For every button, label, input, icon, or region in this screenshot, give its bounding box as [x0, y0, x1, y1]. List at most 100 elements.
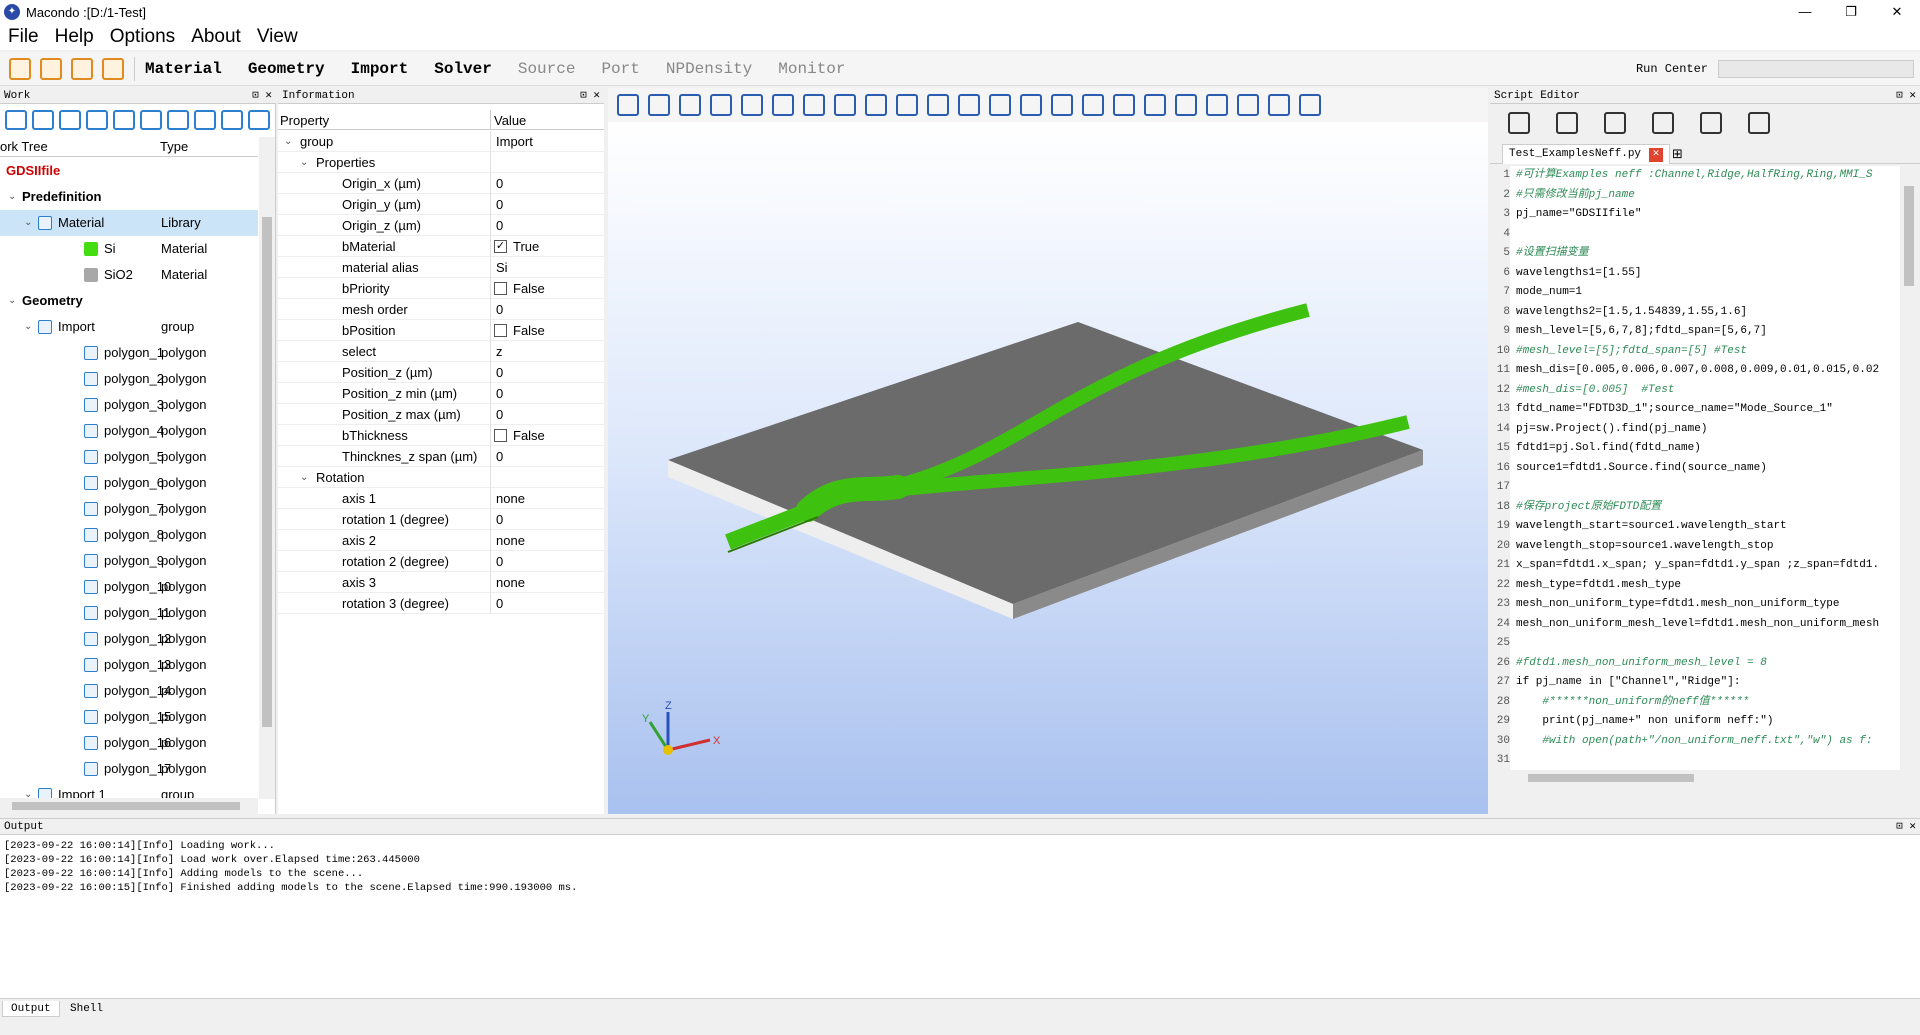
- property-row[interactable]: bMaterial ✓ True: [278, 236, 604, 257]
- code-line[interactable]: 19 wavelength_start=source1.wavelength_st…: [1490, 517, 1900, 537]
- tree-row[interactable]: polygon_12 polygon: [0, 626, 258, 652]
- tree-row[interactable]: polygon_10 polygon: [0, 574, 258, 600]
- open-folder-icon[interactable]: [71, 57, 93, 80]
- property-row[interactable]: Position_z min (µm) 0: [278, 383, 604, 404]
- tree-vertical-scrollbar[interactable]: [259, 137, 275, 799]
- property-value[interactable]: Import: [496, 131, 533, 152]
- tree-row[interactable]: polygon_3 polygon: [0, 392, 258, 418]
- tab-shell[interactable]: Shell: [62, 1001, 111, 1017]
- copy-icon[interactable]: [86, 110, 108, 130]
- code-line[interactable]: 17: [1490, 478, 1900, 498]
- remove-icon[interactable]: [194, 110, 216, 130]
- duplicate-icon[interactable]: [113, 110, 135, 130]
- property-row[interactable]: axis 1 none: [278, 488, 604, 509]
- code-horizontal-scrollbar[interactable]: [1516, 770, 1916, 786]
- code-line[interactable]: 1 #可计算Examples neff :Channel,Ridge,HalfRi…: [1490, 166, 1900, 186]
- tree-row[interactable]: ⌄ Geometry: [0, 288, 258, 314]
- xy-view-icon[interactable]: [741, 94, 763, 116]
- cube-view-icon[interactable]: [710, 94, 732, 116]
- property-value[interactable]: 0: [496, 593, 503, 614]
- tree-row[interactable]: polygon_16 polygon: [0, 730, 258, 756]
- expand-arrow-icon[interactable]: ⌄: [8, 184, 16, 210]
- code-editor[interactable]: 1 #可计算Examples neff :Channel,Ridge,HalfRi…: [1490, 166, 1900, 770]
- scrollbar-thumb[interactable]: [1528, 774, 1694, 782]
- expand-arrow-icon[interactable]: ⌄: [24, 782, 32, 798]
- code-line[interactable]: 7 mode_num=1: [1490, 283, 1900, 303]
- code-line[interactable]: 22 mesh_type=fdtd1.mesh_type: [1490, 575, 1900, 595]
- code-line[interactable]: 16 source1=fdtd1.Source.find(source_name): [1490, 458, 1900, 478]
- property-row[interactable]: rotation 2 (degree) 0: [278, 551, 604, 572]
- tree-row[interactable]: polygon_13 polygon: [0, 652, 258, 678]
- property-row[interactable]: bPosition False: [278, 320, 604, 341]
- property-row[interactable]: axis 2 none: [278, 530, 604, 551]
- code-line[interactable]: 24 mesh_non_uniform_mesh_level=fdtd1.mesh…: [1490, 614, 1900, 634]
- code-line[interactable]: 26 #fdtd1.mesh_non_uniform_mesh_level = 8: [1490, 653, 1900, 673]
- collapse-icon[interactable]: [248, 110, 270, 130]
- code-line[interactable]: 30 #with open(path+"/non_uniform_neff.tx…: [1490, 731, 1900, 751]
- hatch-icon[interactable]: [1299, 94, 1321, 116]
- property-row[interactable]: axis 3 none: [278, 572, 604, 593]
- expand-arrow-icon[interactable]: ⌄: [284, 131, 292, 152]
- script-tab[interactable]: Test_ExamplesNeff.py ✕: [1502, 144, 1671, 164]
- property-value[interactable]: 0: [496, 173, 503, 194]
- property-value[interactable]: z: [496, 341, 503, 362]
- zoom-icon[interactable]: [617, 94, 639, 116]
- property-row[interactable]: bPriority False: [278, 278, 604, 299]
- toolbar-source[interactable]: Source: [518, 60, 576, 78]
- wireframe-icon[interactable]: [1020, 94, 1042, 116]
- close-button[interactable]: ✕: [1874, 4, 1920, 20]
- tree-row[interactable]: polygon_17 polygon: [0, 756, 258, 782]
- property-value[interactable]: 0: [496, 362, 503, 383]
- menu-about[interactable]: About: [191, 26, 241, 48]
- toolbar-solver[interactable]: Solver: [434, 60, 492, 78]
- hide-icon[interactable]: [896, 94, 918, 116]
- value-column-header[interactable]: Value: [494, 113, 526, 128]
- tree-row[interactable]: GDSIIfile: [0, 158, 258, 184]
- tree-row[interactable]: SiO2 Material: [0, 262, 258, 288]
- delete-icon[interactable]: [140, 110, 162, 130]
- tree-horizontal-scrollbar[interactable]: [0, 798, 258, 814]
- toolbar-npdensity[interactable]: NPDensity: [666, 60, 752, 78]
- property-value[interactable]: 0: [496, 509, 503, 530]
- pan-icon[interactable]: [679, 94, 701, 116]
- expand-icon[interactable]: [221, 110, 243, 130]
- property-row[interactable]: rotation 3 (degree) 0: [278, 593, 604, 614]
- code-line[interactable]: 21 x_span=fdtd1.x_span; y_span=fdtd1.y_sp…: [1490, 556, 1900, 576]
- minimize-button[interactable]: —: [1782, 4, 1828, 20]
- ruler-icon[interactable]: [1113, 94, 1135, 116]
- tree-row[interactable]: polygon_5 polygon: [0, 444, 258, 470]
- scrollbar-thumb[interactable]: [262, 217, 272, 727]
- property-row[interactable]: ⌄ group Import: [278, 131, 604, 152]
- code-line[interactable]: 12 #mesh_dis=[0.005] #Test: [1490, 380, 1900, 400]
- tree-row[interactable]: polygon_6 polygon: [0, 470, 258, 496]
- code-line[interactable]: 2 #只需修改当前pj_name: [1490, 185, 1900, 205]
- xz-view-icon[interactable]: [803, 94, 825, 116]
- code-line[interactable]: 4: [1490, 224, 1900, 244]
- code-line[interactable]: 14 pj=sw.Project().find(pj_name): [1490, 419, 1900, 439]
- grid-icon[interactable]: [1175, 94, 1197, 116]
- help-icon[interactable]: [1748, 112, 1770, 134]
- menu-view[interactable]: View: [257, 26, 298, 48]
- save-icon[interactable]: [102, 57, 124, 80]
- expand-arrow-icon[interactable]: ⌄: [300, 467, 308, 488]
- axis-icon[interactable]: [1082, 94, 1104, 116]
- code-line[interactable]: 29 print(pj_name+" non uniform neff:"): [1490, 712, 1900, 732]
- fit-view-icon[interactable]: [648, 94, 670, 116]
- tab-close-icon[interactable]: ✕: [1649, 148, 1664, 162]
- output-panel-controls[interactable]: ⊡ ✕: [1896, 819, 1916, 835]
- property-row[interactable]: Position_z (µm) 0: [278, 362, 604, 383]
- tree-row[interactable]: ⌄ Material Library: [0, 210, 258, 236]
- select-icon[interactable]: [59, 110, 81, 130]
- code-line[interactable]: 9 mesh_level=[5,6,7,8];fdtd_span=[5,6,7]: [1490, 322, 1900, 342]
- new-file-icon[interactable]: [1508, 112, 1530, 134]
- property-checkbox[interactable]: ✓: [494, 240, 507, 253]
- box-icon[interactable]: [989, 94, 1011, 116]
- toolbar-monitor[interactable]: Monitor: [778, 60, 845, 78]
- toolbox-icon[interactable]: [9, 57, 31, 80]
- tree-row[interactable]: polygon_4 polygon: [0, 418, 258, 444]
- property-row[interactable]: Thincknes_z span (µm) 0: [278, 446, 604, 467]
- tree-row[interactable]: ⌄ Import group: [0, 314, 258, 340]
- open-file-icon[interactable]: [1556, 112, 1578, 134]
- tree-row[interactable]: polygon_11 polygon: [0, 600, 258, 626]
- script-panel-controls[interactable]: ⊡ ✕: [1896, 88, 1916, 104]
